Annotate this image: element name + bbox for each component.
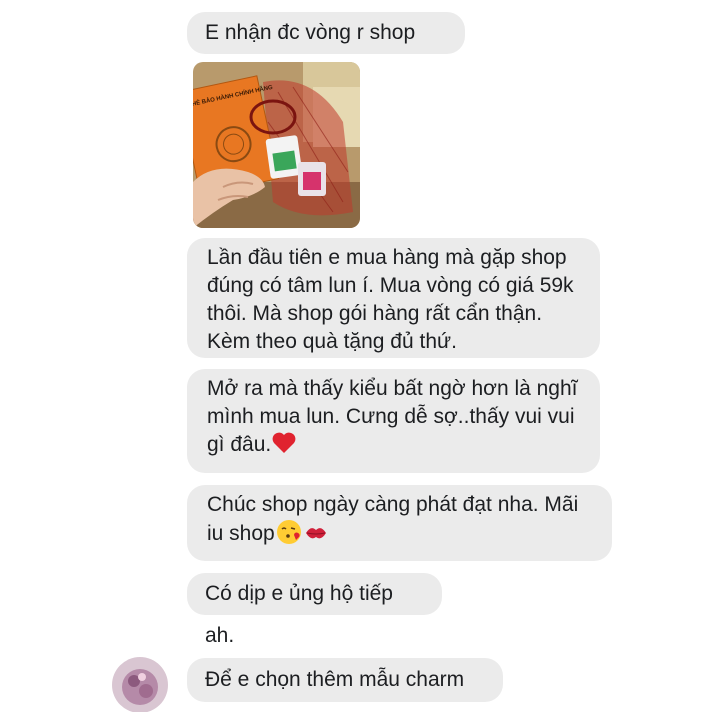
- message-bubble[interactable]: Có dịp e ủng hộ tiếp ah.: [187, 573, 442, 647]
- message-bubble[interactable]: Chúc shop ngày càng phát đạt nha. Mãi iu…: [187, 485, 612, 561]
- message-bubble[interactable]: E nhận đc vòng r shop nha: [187, 12, 465, 86]
- photo-image: THẺ BẢO HÀNH CHÍNH HÃNG: [193, 62, 360, 228]
- message-bubble[interactable]: Để e chọn thêm mẫu charm ah: [187, 658, 503, 702]
- message-bubble[interactable]: Lần đầu tiên e mua hàng mà gặp shop đúng…: [187, 238, 600, 358]
- message-photo[interactable]: THẺ BẢO HÀNH CHÍNH HÃNG: [193, 62, 360, 228]
- red-heart-icon: [272, 432, 296, 453]
- message-text: Để e chọn thêm mẫu charm ah: [205, 668, 465, 691]
- contact-avatar[interactable]: [112, 657, 168, 712]
- message-bubble[interactable]: Mở ra mà thấy kiểu bất ngờ hơn là nghĩ m…: [187, 369, 600, 473]
- message-text: Chúc shop ngày càng phát đạt nha. Mãi iu…: [207, 493, 579, 545]
- message-text: Có dịp e ủng hộ tiếp ah.: [205, 582, 393, 647]
- message-text: Mở ra mà thấy kiểu bất ngờ hơn là nghĩ m…: [207, 377, 578, 456]
- face-blowing-kiss-icon: [276, 520, 301, 544]
- avatar-image: [112, 657, 168, 712]
- message-text: Lần đầu tiên e mua hàng mà gặp shop đúng…: [207, 246, 574, 353]
- kiss-mark-icon: [305, 528, 326, 539]
- chat-thread: E nhận đc vòng r shop nha THẺ BẢO HÀNH C…: [0, 0, 712, 712]
